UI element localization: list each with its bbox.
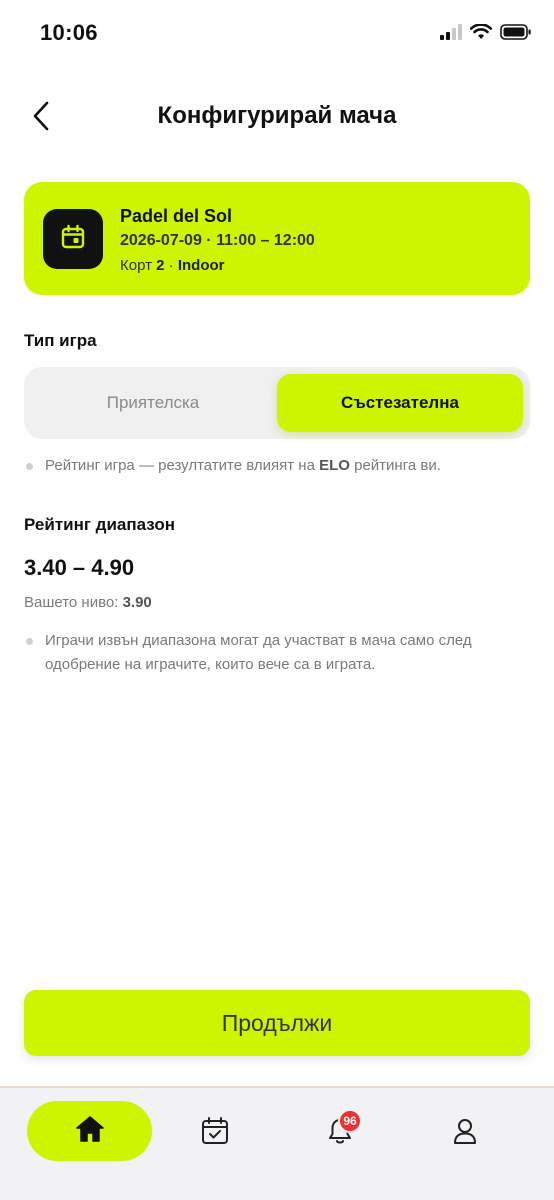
game-type-label: Тип игра [24, 331, 97, 350]
tab-bookings[interactable] [195, 1113, 235, 1153]
your-level-prefix: Вашето ниво: [24, 594, 123, 611]
status-icons [440, 23, 532, 45]
booking-card: Padel del Sol 2026-07-09 · 11:00 – 12:00… [24, 182, 530, 295]
game-type-info-text: Рейтинг игра — резултатите влияят на ELO… [45, 454, 441, 478]
user-icon [450, 1116, 480, 1151]
booking-venue: Padel del Sol [120, 206, 233, 226]
calendar-check-icon [200, 1116, 230, 1151]
notifications-badge: 96 [338, 1109, 362, 1133]
booking-icon-box [43, 209, 103, 269]
status-time: 10:06 [40, 20, 98, 45]
info-suffix: рейтинга ви. [349, 457, 441, 474]
wifi-icon [469, 23, 493, 45]
court-prefix: Корт [120, 257, 157, 274]
status-bar: 10:06 [0, 0, 554, 66]
rating-info-line-2: одобрение на играчите, които вече са в и… [45, 656, 376, 673]
tab-notifications[interactable]: 96 [320, 1109, 362, 1153]
rating-info-line-1: Играчи извън диапазона могат да участват… [45, 632, 472, 649]
home-icon [75, 1115, 105, 1148]
tab-home[interactable] [27, 1101, 152, 1161]
game-type-segmented-control: Приятелска Състезателна [24, 367, 530, 439]
game-type-friendly-option[interactable]: Приятелска [30, 374, 276, 432]
court-type: Indoor [177, 257, 225, 274]
info-bullet [26, 638, 33, 645]
your-level: Вашето ниво: 3.90 [24, 594, 152, 611]
calendar-icon [60, 224, 86, 255]
tab-bar: 96 [0, 1086, 554, 1200]
continue-button[interactable]: Продължи [24, 990, 530, 1056]
signal-icon [440, 24, 462, 45]
game-type-info: Рейтинг игра — резултатите влияят на ELO… [26, 454, 441, 478]
court-separator: · [164, 257, 178, 274]
rating-info: Играчи извън диапазона могат да участват… [26, 629, 472, 677]
game-type-competitive-option[interactable]: Състезателна [277, 374, 523, 432]
booking-datetime: 2026-07-09 · 11:00 – 12:00 [120, 232, 315, 249]
tab-profile[interactable] [445, 1113, 485, 1153]
rating-info-text: Играчи извън диапазона могат да участват… [45, 629, 472, 677]
your-level-value: 3.90 [122, 594, 152, 611]
info-elo: ELO [319, 457, 350, 474]
rating-range-value: 3.40 – 4.90 [24, 555, 135, 580]
header: Конфигурирай мача [0, 90, 554, 146]
page-title: Конфигурирай мача [157, 102, 397, 129]
battery-icon [500, 24, 532, 45]
info-prefix: Рейтинг игра — резултатите влияят на [45, 457, 320, 474]
rating-range-label: Рейтинг диапазон [24, 515, 175, 534]
booking-court: Корт 2 · Indoor [120, 257, 224, 274]
info-bullet [26, 463, 33, 470]
